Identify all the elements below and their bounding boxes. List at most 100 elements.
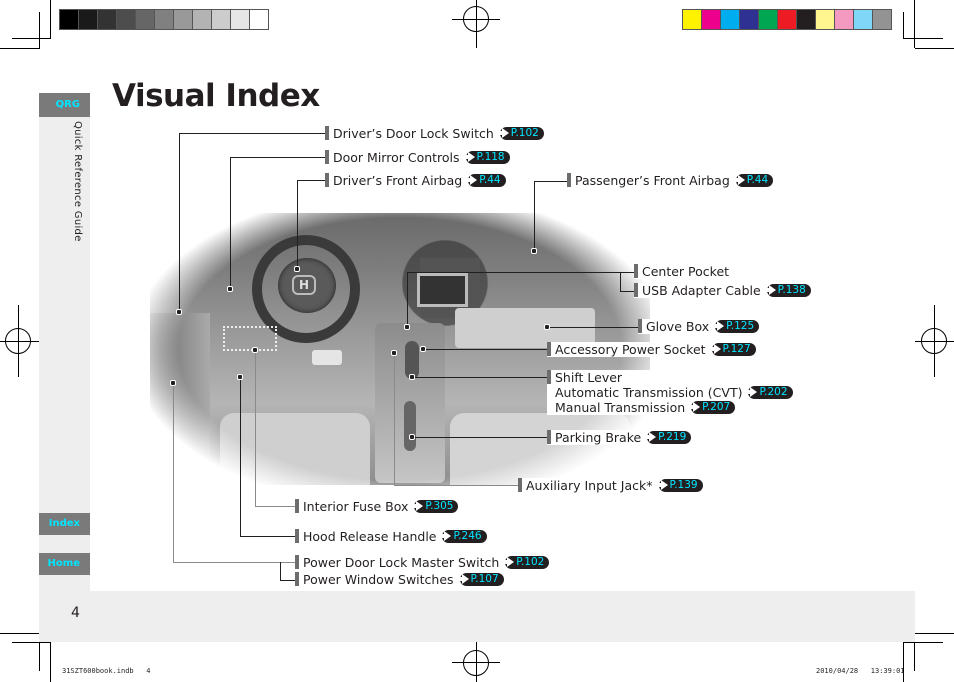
calibration-swatch [683, 10, 701, 29]
calibration-swatch [231, 10, 249, 29]
leader-line [179, 133, 180, 311]
arrow-right-icon [688, 402, 701, 412]
page-ref-link[interactable]: P.102 [496, 126, 544, 140]
page-ref-link[interactable]: P.139 [655, 478, 703, 492]
crop-mark [903, 642, 904, 682]
callout-point [294, 266, 300, 272]
callout-bar [634, 264, 638, 278]
print-slug-file: 31SZT600book.indb 4 [62, 667, 151, 675]
grayscale-calibration-strip [59, 9, 269, 30]
arrow-right-icon [708, 344, 721, 354]
arrow-right-icon [439, 531, 452, 541]
arrow-right-icon [462, 152, 475, 162]
page-ref-link[interactable]: P.102 [502, 555, 550, 569]
crop-mark [452, 19, 500, 20]
page-ref-link[interactable]: P.246 [439, 529, 487, 543]
page-ref-text: P.305 [425, 499, 454, 512]
page-ref-link[interactable]: P.207 [688, 400, 736, 414]
page-ref-link[interactable]: P.44 [732, 173, 774, 187]
arrow-right-icon [456, 574, 469, 584]
callout-point [531, 248, 537, 254]
page-ref-link[interactable]: P.44 [465, 173, 506, 187]
arrow-right-icon [655, 480, 668, 490]
page-ref-text: P.139 [669, 478, 698, 491]
leader-line [280, 580, 296, 581]
callout-bar [547, 430, 551, 444]
calibration-swatch [740, 10, 758, 29]
calibration-swatch [155, 10, 173, 29]
callout-point [170, 380, 176, 386]
page-ref-link[interactable]: P.138 [763, 283, 811, 297]
home-tab[interactable]: Home [39, 553, 90, 575]
color-calibration-strip [682, 9, 892, 30]
page-ref-link[interactable]: P.127 [708, 342, 756, 356]
calibration-swatch [79, 10, 97, 29]
callout-text: Power Window Switches [303, 572, 454, 587]
calibration-swatch [250, 10, 268, 29]
callout-door-mirror-controls: Door Mirror Controls P.118 [325, 150, 512, 165]
page-ref-text: P.202 [759, 385, 788, 398]
crop-mark [915, 48, 954, 49]
arrow-right-icon [465, 175, 478, 185]
callout-text: Parking Brake [555, 430, 642, 445]
page-title: Visual Index [112, 78, 320, 114]
callout-text: Automatic Transmission (CVT) [555, 385, 743, 400]
callout-usb-adapter-cable: USB Adapter Cable P.138 [634, 283, 813, 298]
arrow-right-icon [644, 432, 657, 442]
callout-point [404, 324, 410, 330]
callout-bar [325, 173, 329, 187]
arrow-right-icon [411, 501, 424, 511]
pedal [312, 350, 342, 365]
leader-line [240, 536, 296, 537]
callout-bar [295, 529, 299, 543]
calibration-swatch [759, 10, 777, 29]
page-ref-link[interactable]: P.107 [456, 572, 504, 586]
callout-sub-automatic-transmission: Automatic Transmission (CVT) P.202 [547, 385, 793, 400]
crop-mark [0, 341, 39, 342]
crop-mark [903, 12, 904, 39]
crop-mark [12, 38, 50, 39]
callout-passengers-front-airbag: Passenger’s Front Airbag P.44 [567, 173, 776, 188]
page-ref-link[interactable]: P.305 [411, 499, 459, 513]
arrow-right-icon [732, 175, 745, 185]
callout-sub-manual-transmission: Manual Transmission P.207 [547, 400, 793, 415]
page-ref-text: P.246 [453, 529, 482, 542]
crop-mark [39, 12, 40, 49]
crop-mark [0, 48, 39, 49]
crop-mark [903, 38, 943, 39]
callout-bar [638, 319, 642, 333]
page-ref-link[interactable]: P.202 [745, 385, 793, 399]
callout-interior-fuse-box: Interior Fuse Box P.305 [295, 499, 461, 514]
calibration-swatch [193, 10, 211, 29]
page-ref-text: P.138 [777, 283, 806, 296]
leader-line [240, 377, 241, 536]
callout-bar [547, 342, 551, 356]
callout-text: Manual Transmission [555, 400, 686, 415]
page-ref-link[interactable]: P.118 [462, 150, 510, 164]
callout-text: Glove Box [646, 319, 710, 334]
arrow-right-icon [745, 387, 758, 397]
leader-line [534, 181, 535, 251]
callout-text: Hood Release Handle [303, 529, 437, 544]
calibration-swatch [721, 10, 739, 29]
qrg-tab[interactable]: QRG [39, 93, 90, 117]
calibration-swatch [873, 10, 891, 29]
page-ref-link[interactable]: P.219 [644, 430, 692, 444]
callout-bar [547, 370, 551, 384]
crop-mark [476, 0, 477, 48]
callout-text: Driver’s Front Airbag [333, 173, 463, 188]
page-ref-text: P.44 [479, 173, 501, 186]
passenger-seat [450, 413, 630, 485]
page-number: 4 [71, 605, 80, 621]
honda-logo: H [292, 275, 316, 295]
callout-drivers-front-airbag: Driver’s Front Airbag P.44 [325, 173, 508, 188]
callout-center-pocket: Center Pocket [634, 264, 732, 279]
callout-text: Passenger’s Front Airbag [575, 173, 730, 188]
callout-point [237, 374, 243, 380]
index-tab[interactable]: Index [39, 513, 90, 535]
driver-seat [220, 413, 370, 485]
page-ref-link[interactable]: P.125 [712, 319, 760, 333]
page-ref-text: P.118 [476, 150, 505, 163]
navigation-screen [417, 273, 468, 307]
calibration-swatch [212, 10, 230, 29]
